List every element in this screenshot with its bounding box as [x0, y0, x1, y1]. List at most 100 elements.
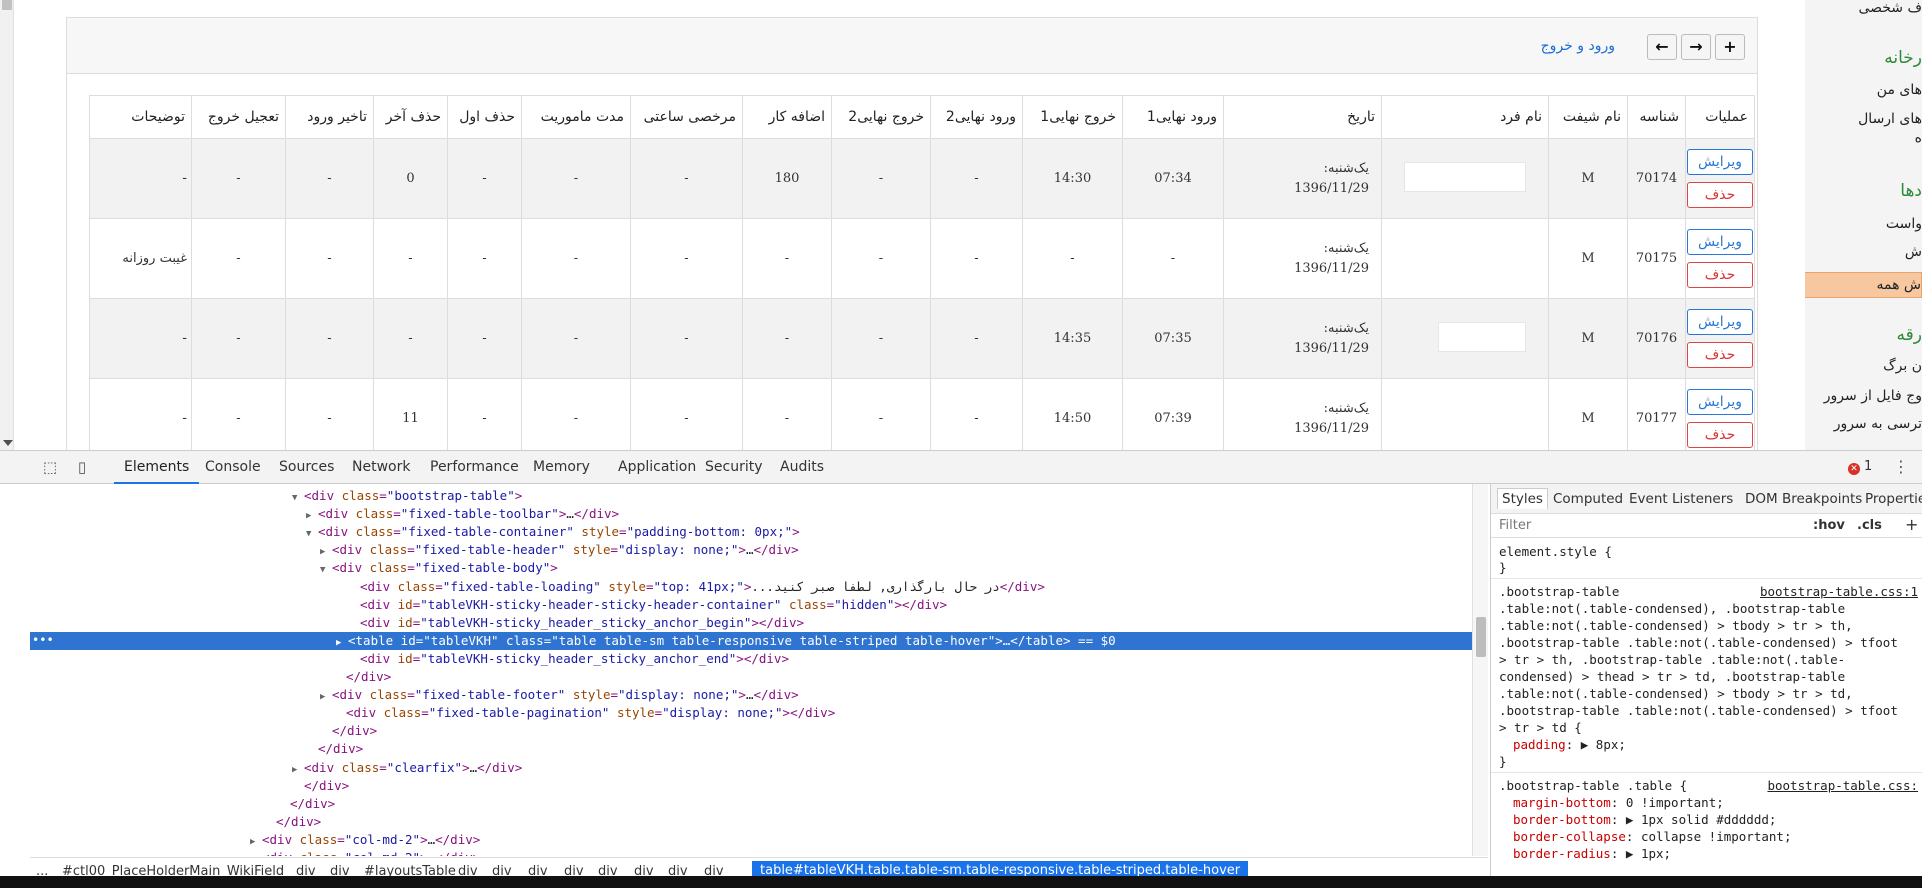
dom-node[interactable]: <div id="tableVKH-sticky-header-sticky-h… [348, 596, 947, 614]
table-row[interactable]: - - -11- - - - - -14:50 07:39 یک‌شنبه: 1396/11/29 M… [89, 378, 1755, 450]
devtools-tab-memory[interactable]: Memory [533, 459, 590, 475]
dom-node[interactable]: ▶<div class="col-md-2">…</div> [250, 849, 480, 856]
column-header[interactable]: توضیحات [89, 95, 192, 139]
property-name[interactable]: border-radius [1513, 846, 1611, 861]
rule-source-link[interactable]: bootstrap-table.css: [1767, 778, 1918, 793]
error-count-badge[interactable]: ✕ 1 [1848, 459, 1872, 475]
sidebar-item[interactable]: ن برگ [1805, 358, 1922, 374]
dom-node[interactable]: ▶ <div class="fixed-table-footer" style="… [320, 686, 799, 704]
style-property[interactable]: border-collapse: collapse !important; [1513, 829, 1791, 844]
dom-node[interactable]: ▶ <div class="clearfix">…</div> [292, 759, 522, 777]
property-name[interactable]: margin-bottom [1513, 795, 1611, 810]
edit-button[interactable]: ویرایش [1687, 229, 1753, 255]
table-row[interactable]: - - - - - - - - - -14:35 07:35 یک‌شنبه: 1396/11/29 M 7… [89, 298, 1755, 379]
delete-button[interactable]: حذف [1687, 422, 1753, 448]
devtools-tab-application[interactable]: Application [618, 459, 696, 475]
dom-node[interactable]: ▶ <div class="fixed-table-header" style="… [320, 541, 799, 559]
style-property[interactable]: padding: ▶ 8px; [1513, 737, 1626, 752]
property-value[interactable]: 8px; [1596, 737, 1626, 752]
dom-node[interactable]: </div> [264, 813, 321, 831]
property-value[interactable]: collapse !important; [1641, 829, 1792, 844]
login-logout-link[interactable]: ورود و خروج [1541, 38, 1615, 54]
property-value[interactable]: 1px solid #dddddd; [1641, 812, 1776, 827]
devtools-tab-sources[interactable]: Sources [279, 459, 334, 475]
arrow-left-icon[interactable]: ← [1647, 34, 1677, 60]
dom-node[interactable]: </div> [320, 722, 377, 740]
sidebar-item[interactable]: ه [1805, 130, 1922, 146]
more-options-icon[interactable]: ⋮ [1893, 457, 1909, 476]
dom-node[interactable]: ▶ <div class="fixed-table-toolbar">…</div… [306, 505, 619, 523]
elements-scrollbar[interactable] [1472, 484, 1488, 856]
column-header[interactable]: مدت ماموریت [521, 95, 631, 139]
dom-node[interactable]: ▼ <div class="bootstrap-table"> [292, 487, 522, 505]
expand-down-icon[interactable]: ▼ [306, 525, 318, 543]
dom-node[interactable]: ▼ <div class="fixed-table-body"> [320, 559, 558, 577]
dom-node[interactable]: ▼ <div class="fixed-table-container" styl… [306, 523, 800, 541]
expand-right-icon[interactable]: : ▶ [1566, 737, 1596, 752]
edit-button[interactable]: ویرایش [1687, 389, 1753, 415]
styles-tab-computed[interactable]: Computed [1553, 491, 1623, 507]
dom-node[interactable]: ▶<div class="col-md-2">…</div> [250, 831, 480, 849]
style-property[interactable]: border-bottom: ▶ 1px solid #dddddd; [1513, 812, 1776, 827]
delete-button[interactable]: حذف [1687, 182, 1753, 208]
devtools-tab-network[interactable]: Network [352, 459, 410, 475]
expand-right-icon[interactable]: ▶ [250, 851, 262, 856]
sidebar-item[interactable]: ش [1805, 244, 1922, 260]
dom-node[interactable]: </div> [334, 668, 391, 686]
new-rule-icon[interactable]: + [1905, 515, 1918, 534]
expand-right-icon[interactable]: : ▶ [1611, 846, 1641, 861]
dom-node[interactable]: <div class="fixed-table-loading" style="… [348, 578, 1045, 596]
rule-source-link[interactable]: bootstrap-table.css:1 [1760, 584, 1918, 599]
dom-node[interactable]: </div> [306, 740, 363, 758]
page-scrollbar[interactable] [0, 0, 14, 450]
delete-button[interactable]: حذف [1687, 342, 1753, 368]
styles-tab-event-listeners[interactable]: Event Listeners [1629, 491, 1733, 507]
expand-right-icon[interactable]: ▶ [336, 634, 348, 652]
style-property[interactable]: margin-bottom: 0 !important; [1513, 795, 1724, 810]
devtools-tab-security[interactable]: Security [705, 459, 763, 475]
styles-tab-styles[interactable]: Styles [1497, 488, 1548, 509]
arrow-right-icon[interactable]: → [1681, 34, 1711, 60]
edit-button[interactable]: ویرایش [1687, 309, 1753, 335]
scrollbar-thumb[interactable] [2, 0, 12, 10]
dom-node[interactable]: <div id="tableVKH-sticky_header_sticky_a… [348, 614, 804, 632]
elements-scrollbar-thumb[interactable] [1476, 617, 1486, 657]
property-name[interactable]: border-collapse [1513, 829, 1626, 844]
device-toolbar-icon[interactable]: ▯ [74, 459, 90, 475]
delete-button[interactable]: حذف [1687, 262, 1753, 288]
dom-node[interactable]: <div id="tableVKH-sticky_header_sticky_a… [348, 650, 789, 668]
column-header[interactable]: تاریخ [1223, 95, 1382, 139]
hover-state-toggle[interactable]: :hov [1813, 518, 1845, 533]
dom-node[interactable]: <div class="fixed-table-pagination" styl… [334, 704, 835, 722]
expand-right-icon[interactable]: : ▶ [1611, 812, 1641, 827]
table-row[interactable]: - - -0- - -180- -14:30 07:34 یک‌شنبه: 1396/11/29… [89, 138, 1755, 219]
column-header[interactable]: نام فرد [1381, 95, 1549, 139]
dom-node[interactable]: </div> [278, 795, 335, 813]
sidebar-item[interactable]: های من [1805, 82, 1922, 98]
sidebar-item[interactable]: وج فایل از سرور [1805, 388, 1922, 404]
selected-dom-node[interactable]: ▶ <table id="tableVKH" class="table table… [30, 631, 1472, 652]
sidebar-item[interactable]: ترسی به سرور [1805, 416, 1922, 432]
devtools-tab-console[interactable]: Console [205, 459, 261, 475]
dom-node[interactable]: </div> [292, 777, 349, 795]
add-icon[interactable]: + [1715, 34, 1745, 60]
property-value[interactable]: 1px; [1641, 846, 1671, 861]
expand-down-icon[interactable]: ▼ [292, 489, 304, 507]
scroll-down-arrow-icon[interactable] [3, 440, 13, 446]
styles-tab-properties[interactable]: Properties [1865, 491, 1922, 507]
inspect-element-icon[interactable]: ⬚ [42, 459, 58, 475]
filter-input[interactable]: Filter [1499, 518, 1531, 533]
property-value[interactable]: 0 !important; [1626, 795, 1724, 810]
devtools-tab-performance[interactable]: Performance [430, 459, 519, 475]
sidebar-item[interactable]: های ارسال [1805, 111, 1922, 127]
elements-tree[interactable]: ▼ <div class="bootstrap-table"> ▶ <div clas… [30, 484, 1488, 856]
table-row[interactable]: غیبت روزانه - - - - - - - - - - - یک‌شنبه: 1396/11/29… [89, 218, 1755, 299]
sidebar-item[interactable]: ف شخصی [1805, 0, 1922, 16]
expand-down-icon[interactable]: ▼ [320, 561, 332, 579]
edit-button[interactable]: ویرایش [1687, 149, 1753, 175]
expand-right-icon[interactable]: ▶ [320, 688, 332, 706]
property-name[interactable]: border-bottom [1513, 812, 1611, 827]
node-actions-icon[interactable]: ••• [32, 633, 54, 647]
devtools-tab-elements[interactable]: Elements [113, 459, 200, 484]
class-toggle[interactable]: .cls [1857, 518, 1882, 533]
